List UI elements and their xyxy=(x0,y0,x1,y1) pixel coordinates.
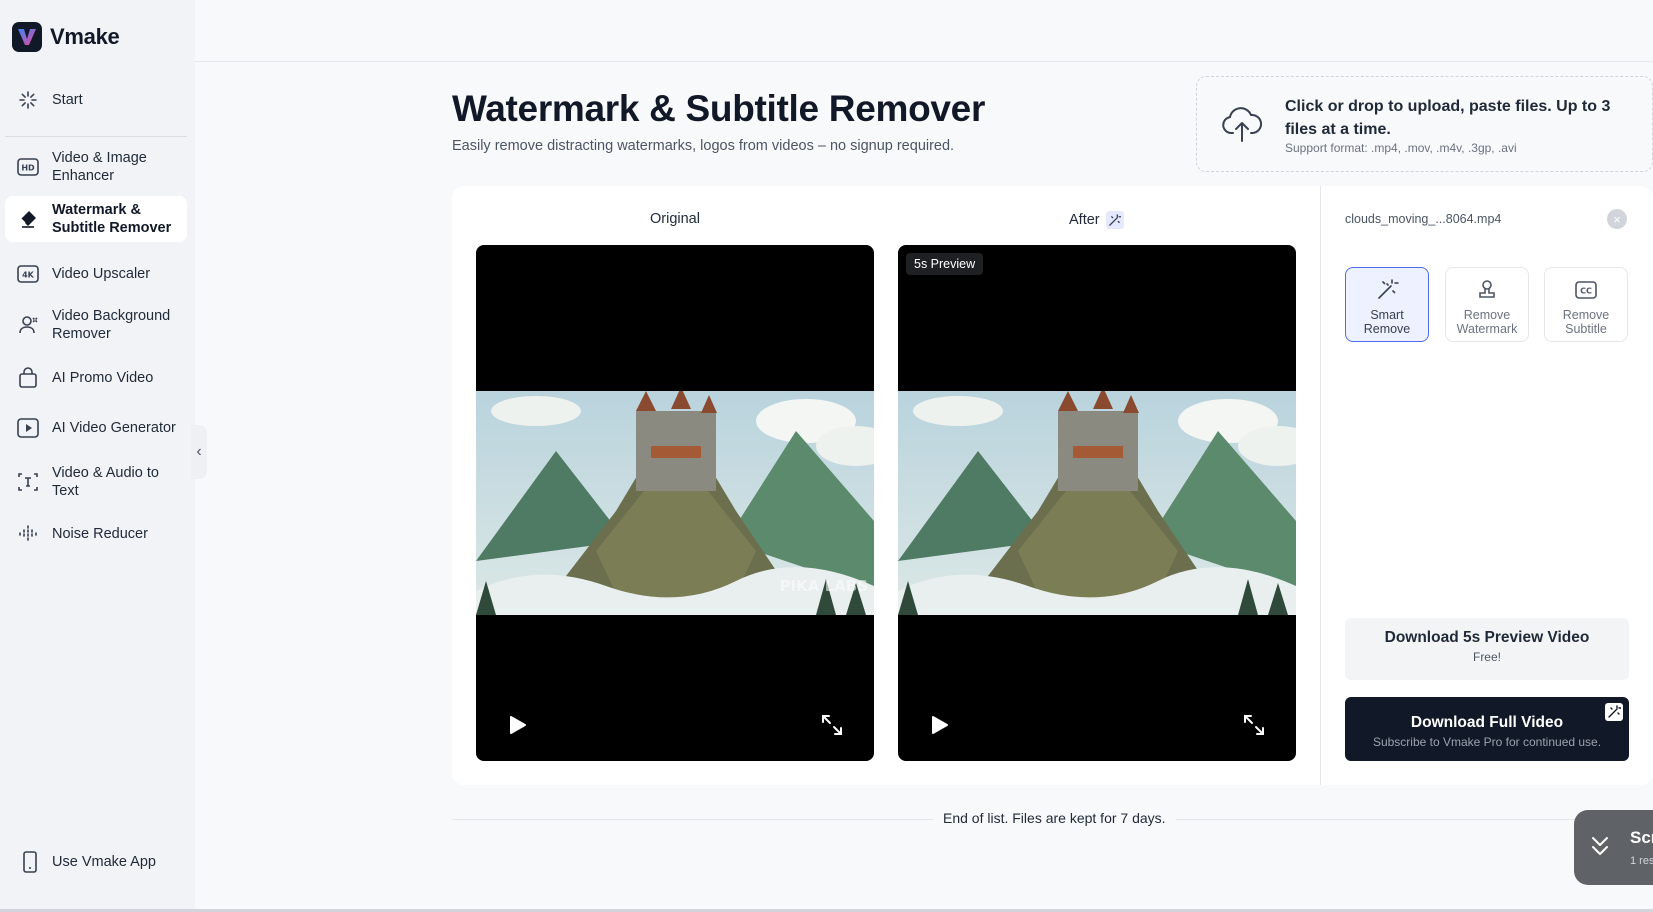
sidebar-item-noise-reducer[interactable]: Noise Reducer xyxy=(5,516,187,552)
sidebar-item-ai-video-generator[interactable]: AI Video Generator xyxy=(5,410,187,446)
magic-wand-icon xyxy=(1378,279,1399,299)
play-icon[interactable] xyxy=(506,714,528,736)
sidebar-item-label: AI Promo Video xyxy=(52,370,154,386)
magic-wand-icon xyxy=(1105,211,1124,229)
download-preview-note: Free! xyxy=(1472,650,1501,664)
play-square-icon xyxy=(16,416,40,440)
sidebar-divider xyxy=(5,136,187,137)
download-full-note: Subscribe to Vmake Pro for continued use… xyxy=(1372,735,1602,749)
after-video-player[interactable]: 5s Preview xyxy=(898,245,1296,761)
remove-watermark-label: Remove Watermark xyxy=(1456,308,1518,336)
smart-remove-button[interactable]: Smart Remove xyxy=(1345,267,1429,342)
person-remove-icon xyxy=(16,313,40,337)
sidebar-item-video-background-remover[interactable]: Video Background Remover xyxy=(5,304,187,346)
after-label-text: After xyxy=(1069,212,1100,228)
vmake-logo[interactable]: Vmake xyxy=(12,22,120,52)
play-icon[interactable] xyxy=(928,714,950,736)
use-vmake-app-label: Use Vmake App xyxy=(52,854,156,870)
upload-formats: Support format: .mp4, .mov, .m4v, .3gp, … xyxy=(1285,141,1517,155)
download-preview-button[interactable]: Download 5s Preview Video Free! xyxy=(1345,618,1629,680)
original-video-player[interactable]: PIKA LABS xyxy=(476,245,874,761)
pro-wand-icon xyxy=(1605,703,1623,721)
sidebar: Vmake Start HD Video & Image Enhancer Wa… xyxy=(0,0,195,910)
hd-icon: HD xyxy=(16,155,40,179)
remove-subtitle-button[interactable]: CC Remove Subtitle xyxy=(1544,267,1628,342)
sidebar-item-watermark-subtitle-remover[interactable]: Watermark & Subtitle Remover xyxy=(5,196,187,242)
use-vmake-app-link[interactable]: Use Vmake App xyxy=(18,850,156,874)
eraser-icon xyxy=(16,207,40,231)
sidebar-item-label: Video Background Remover xyxy=(52,308,171,342)
sidebar-item-label: Video & Image Enhancer xyxy=(52,150,147,184)
page-subtitle: Easily remove distracting watermarks, lo… xyxy=(452,138,955,154)
scroll-to-results-button[interactable]: Scr 1 res xyxy=(1574,810,1653,885)
remove-watermark-button[interactable]: Remove Watermark xyxy=(1445,267,1529,342)
scroll-pill-sub: 1 res xyxy=(1630,855,1653,867)
download-full-button[interactable]: Download Full Video Subscribe to Vmake P… xyxy=(1345,697,1629,761)
file-name: clouds_moving_...8064.mp4 xyxy=(1345,212,1502,226)
svg-text:CC: CC xyxy=(1580,287,1592,296)
text-scan-icon xyxy=(16,470,40,494)
original-label-text: Original xyxy=(650,211,700,227)
watermark-text: PIKA LABS xyxy=(780,577,868,595)
sidebar-item-ai-promo-video[interactable]: AI Promo Video xyxy=(5,360,187,396)
after-label: After xyxy=(1069,211,1124,229)
stamp-icon xyxy=(1479,280,1495,298)
upload-instructions: Click or drop to upload, paste files. Up… xyxy=(1285,98,1611,138)
sidebar-item-label: Start xyxy=(52,92,83,108)
svg-text:HD: HD xyxy=(21,164,35,173)
fullscreen-icon[interactable] xyxy=(1242,713,1266,737)
cloud-upload-icon xyxy=(1221,105,1263,148)
sidebar-collapse-button[interactable]: ‹ xyxy=(191,425,207,479)
sidebar-item-label: AI Video Generator xyxy=(52,420,176,436)
sidebar-item-video-upscaler[interactable]: 4K Video Upscaler xyxy=(5,256,187,292)
close-icon[interactable]: × xyxy=(1607,209,1627,229)
preview-badge: 5s Preview xyxy=(906,253,984,275)
page-title: Watermark & Subtitle Remover xyxy=(452,88,986,129)
workspace-card: Original After PIKA LABS 5s Preview clou… xyxy=(452,186,1653,785)
remove-subtitle-label: Remove Subtitle xyxy=(1562,308,1610,336)
sidebar-item-label: Watermark & Subtitle Remover xyxy=(52,202,172,236)
scroll-pill-title: Scr xyxy=(1630,828,1653,847)
double-chevron-down-icon xyxy=(1592,837,1608,855)
sidebar-item-video-image-enhancer[interactable]: HD Video & Image Enhancer xyxy=(5,146,187,188)
original-video-frame: PIKA LABS xyxy=(476,391,874,615)
vmake-logo-icon xyxy=(12,22,42,52)
panel-divider xyxy=(1320,186,1321,785)
after-video-frame xyxy=(898,391,1296,615)
sparkle-icon xyxy=(16,88,40,112)
original-label: Original xyxy=(650,211,700,227)
fullscreen-icon[interactable] xyxy=(820,713,844,737)
end-of-list-text: End of list. Files are kept for 7 days. xyxy=(933,810,1176,826)
waveform-icon xyxy=(16,522,40,546)
sidebar-item-label: Video & Audio to Text xyxy=(52,465,159,499)
sidebar-item-video-audio-to-text[interactable]: Video & Audio to Text xyxy=(5,461,187,503)
app-name: Vmake xyxy=(50,24,120,49)
phone-icon xyxy=(18,850,42,874)
4k-icon: 4K xyxy=(16,262,40,286)
download-full-title: Download Full Video xyxy=(1410,714,1564,731)
download-preview-title: Download 5s Preview Video xyxy=(1384,629,1590,646)
smart-remove-label: Smart Remove xyxy=(1363,308,1411,336)
cc-icon: CC xyxy=(1575,281,1597,299)
svg-text:4K: 4K xyxy=(22,271,35,280)
upload-dropzone[interactable]: Click or drop to upload, paste files. Up… xyxy=(1196,76,1653,172)
shopping-bag-icon xyxy=(16,366,40,390)
sidebar-item-label: Video Upscaler xyxy=(52,266,151,282)
sidebar-item-label: Noise Reducer xyxy=(52,526,148,542)
top-bar xyxy=(195,0,1653,62)
sidebar-item-start[interactable]: Start xyxy=(5,82,187,118)
